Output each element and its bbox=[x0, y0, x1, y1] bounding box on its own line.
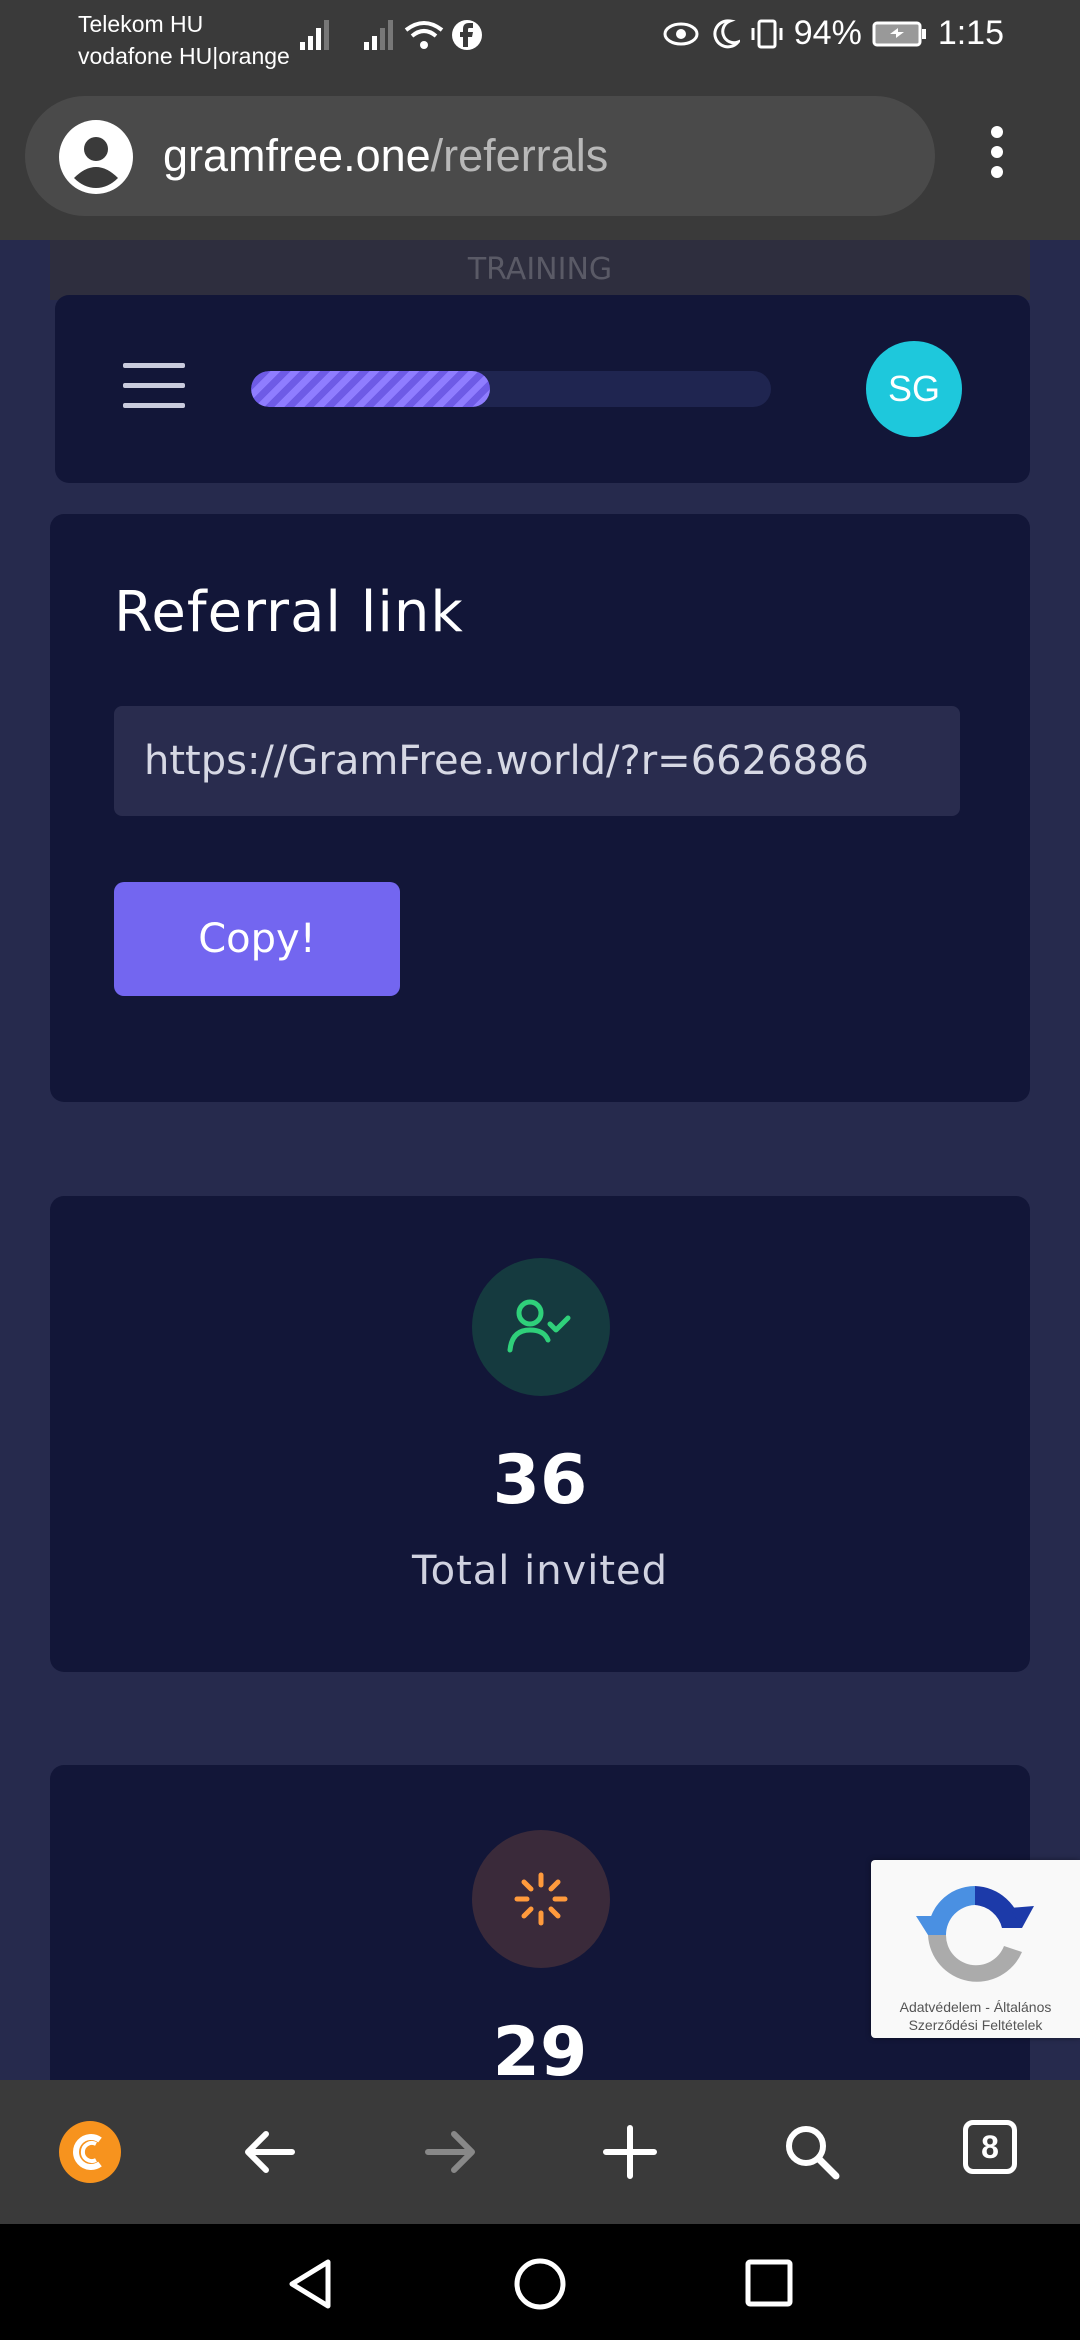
new-tab-plus-icon[interactable] bbox=[594, 2116, 666, 2188]
wifi-icon bbox=[404, 21, 444, 49]
status-right: 94% 1:15 bbox=[662, 14, 1004, 53]
avatar[interactable]: SG bbox=[866, 341, 962, 437]
moon-icon bbox=[713, 18, 740, 48]
banner-text: TRAINING bbox=[467, 252, 613, 287]
eye-comfort-icon bbox=[663, 22, 699, 45]
link-separator: - bbox=[985, 1999, 990, 2015]
more-menu-icon[interactable] bbox=[982, 122, 1012, 194]
facebook-icon bbox=[452, 20, 482, 50]
recaptcha-icon bbox=[916, 1886, 1034, 1982]
search-icon[interactable] bbox=[776, 2116, 848, 2188]
nav-recents-icon[interactable] bbox=[744, 2258, 794, 2308]
level-progress-bar bbox=[251, 371, 771, 407]
recaptcha-links: Adatvédelem - Általános Szerződési Felté… bbox=[871, 1998, 1080, 2034]
nav-back-icon[interactable] bbox=[284, 2256, 336, 2312]
terms-link-part1[interactable]: Általános bbox=[994, 1999, 1052, 2015]
back-arrow-icon[interactable] bbox=[234, 2116, 306, 2188]
carrier-2: vodafone HU|orange bbox=[78, 43, 290, 69]
total-invited-card: 36 Total invited bbox=[50, 1196, 1030, 1672]
signal-roaming-icon bbox=[364, 20, 393, 50]
background-banner: TRAINING bbox=[50, 240, 1030, 300]
url-text[interactable]: gramfree.one/referrals bbox=[163, 130, 608, 182]
user-check-icon bbox=[507, 1299, 571, 1353]
stat-icon-wrap bbox=[472, 1258, 610, 1396]
clock: 1:15 bbox=[937, 14, 1004, 52]
carrier-1: Telekom HU bbox=[78, 11, 204, 37]
signal-icon bbox=[300, 20, 329, 50]
status-bar: Telekom HU vodafone HU|orange 94% 1:15 bbox=[0, 0, 1080, 78]
hamburger-menu-icon[interactable] bbox=[123, 363, 185, 409]
progress-fill bbox=[251, 371, 491, 407]
account-icon[interactable] bbox=[59, 120, 133, 194]
referral-link-input[interactable] bbox=[114, 706, 960, 816]
carrier-info: Telekom HU vodafone HU|orange bbox=[78, 8, 290, 72]
tab-switcher-button[interactable]: 8 bbox=[963, 2120, 1017, 2174]
stat-value: 36 bbox=[492, 1441, 588, 1520]
browser-address-bar: gramfree.one/referrals bbox=[0, 78, 1080, 240]
battery-charging-icon bbox=[872, 21, 926, 46]
recaptcha-badge[interactable]: Adatvédelem - Általános Szerződési Felté… bbox=[871, 1860, 1080, 2038]
url-domain: gramfree.one bbox=[163, 130, 431, 181]
stat-icon-wrap bbox=[472, 1830, 610, 1968]
loader-icon bbox=[514, 1872, 568, 1926]
stat-label: Total invited bbox=[411, 1548, 669, 1594]
url-field[interactable]: gramfree.one/referrals bbox=[25, 96, 935, 216]
forward-arrow-icon[interactable] bbox=[414, 2116, 486, 2188]
url-path: /referrals bbox=[430, 130, 609, 181]
top-nav-card: SG bbox=[55, 295, 1030, 483]
referral-card: Referral link Copy! bbox=[50, 514, 1030, 1102]
system-nav-bar bbox=[0, 2224, 1080, 2340]
vibrate-icon bbox=[751, 19, 783, 48]
battery-percent: 94% bbox=[793, 14, 862, 52]
privacy-link[interactable]: Adatvédelem bbox=[900, 1999, 982, 2015]
browser-toolbar bbox=[0, 2080, 1080, 2224]
nav-home-icon[interactable] bbox=[512, 2256, 568, 2312]
referral-title: Referral link bbox=[114, 580, 464, 645]
copy-button[interactable]: Copy! bbox=[114, 882, 400, 996]
browser-logo-icon[interactable] bbox=[54, 2116, 126, 2188]
terms-link-part2[interactable]: Szerződési Feltételek bbox=[909, 2017, 1043, 2033]
